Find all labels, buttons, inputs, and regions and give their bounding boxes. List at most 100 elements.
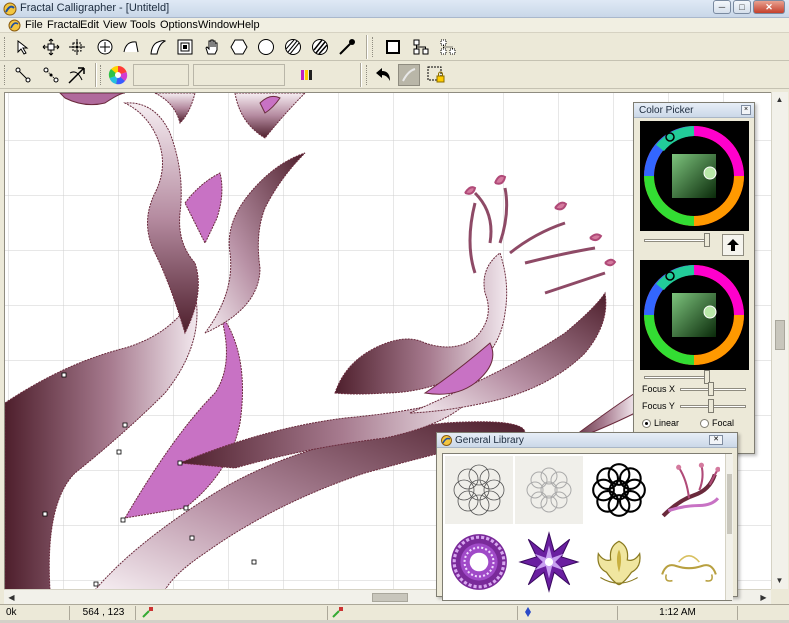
freehand-tool-icon[interactable] [147,36,169,58]
panel-close-icon[interactable]: × [741,105,751,115]
library-item-pink-flourish[interactable] [655,456,723,524]
color-wheel-primary[interactable] [640,121,749,231]
node-edit-icon [332,607,343,618]
linear-radio-label[interactable]: Linear [654,418,679,428]
focal-radio[interactable] [700,419,709,428]
pen-tool-icon [525,607,531,617]
menu-options[interactable]: Options [160,19,198,31]
horizontal-scroll-thumb[interactable] [372,593,408,602]
color-wheel-secondary[interactable] [640,260,749,370]
library-scroll-thumb[interactable] [727,474,732,534]
status-pane [138,606,328,620]
menu-file[interactable]: File [25,19,43,31]
app-logo-icon [3,2,17,16]
title-bar: Fractal Calligrapher - [Untiteld] ─ □ ✕ [0,0,789,18]
main-toolbar [0,33,789,61]
general-library-panel: General Library ✕ [436,432,738,601]
vertical-scrollbar[interactable]: ▲ ▼ [771,92,788,589]
node-edit-icon [142,607,153,618]
scale-node-icon[interactable] [66,36,88,58]
library-item-rosette-black[interactable] [585,456,653,524]
color-wheel-icon[interactable] [107,64,129,86]
library-title-text: General Library [455,435,524,446]
status-pane [518,606,618,620]
close-button[interactable]: ✕ [753,0,785,14]
app-window: Fractal Calligrapher - [Untiteld] ─ □ ✕ … [0,0,789,620]
menu-help[interactable]: Help [237,19,260,31]
color-picker-panel: Color Picker × Focus X Focus Y Linear Fo… [633,102,755,454]
status-message: 0k [2,606,70,620]
tree-dotted-icon[interactable] [437,36,459,58]
menu-window[interactable]: Window [198,19,237,31]
toolbar-grip[interactable] [4,37,7,57]
library-item-rosette-gray[interactable] [515,456,583,524]
hatched-circle-icon[interactable] [309,36,331,58]
menu-edit[interactable]: Edit [80,19,99,31]
menu-tools[interactable]: Tools [130,19,156,31]
library-item-purple-ring[interactable] [445,528,513,596]
focus-x-label: Focus X [642,384,676,394]
secondary-toolbar [0,61,789,89]
focus-y-label: Focus Y [642,401,675,411]
menu-view[interactable]: View [103,19,127,31]
library-scrollbar[interactable] [725,454,733,600]
status-pane [328,606,518,620]
status-time: 1:12 AM [618,606,738,620]
toolbar-separator [366,35,368,59]
scroll-left-icon[interactable]: ◀ [4,590,19,605]
minimize-button[interactable]: ─ [713,0,731,14]
toolbar-grip[interactable] [4,65,7,85]
toolbar-separator [95,63,97,87]
vertical-scroll-thumb[interactable] [775,320,785,350]
focus-x-thumb[interactable] [708,382,714,396]
toolbar-blank-field [193,64,285,86]
select-arrow-icon[interactable] [12,36,34,58]
library-grid [442,453,733,601]
library-item-rosette-outline[interactable] [445,456,513,524]
primary-slider-thumb[interactable] [704,233,710,247]
line-preview-icon[interactable] [398,64,420,86]
window-title: Fractal Calligrapher - [Untiteld] [20,2,170,14]
hand-pan-icon[interactable] [201,36,223,58]
general-library-title[interactable]: General Library [437,433,737,448]
cursor-coordinates: 564 , 123 [72,606,136,620]
library-item-gold-scroll[interactable] [655,528,723,596]
toolbar-grip[interactable] [100,65,103,85]
color-picker-title[interactable]: Color Picker [634,103,754,118]
rectangle-select-icon[interactable] [382,36,404,58]
focal-radio-label[interactable]: Focal [712,418,734,428]
swap-arrow-icon[interactable] [722,234,744,256]
striped-circle-icon[interactable] [282,36,304,58]
toolbar-grip[interactable] [366,65,369,85]
scroll-up-icon[interactable]: ▲ [772,92,787,107]
transform-arrow-icon[interactable] [66,64,88,86]
tree-structure-icon[interactable] [410,36,432,58]
menu-fractal[interactable]: Fractal [47,19,81,31]
add-node-icon[interactable] [94,36,116,58]
branch-split-icon[interactable] [40,64,62,86]
branch-node-icon[interactable] [12,64,34,86]
panel-close-icon[interactable]: ✕ [709,435,723,445]
maximize-button[interactable]: □ [733,0,751,14]
gradient-bars-icon[interactable] [296,64,318,86]
scroll-right-icon[interactable]: ▶ [756,590,771,605]
focus-y-slider[interactable] [678,397,748,417]
focus-y-thumb[interactable] [708,399,714,413]
frame-tool-icon[interactable] [174,36,196,58]
move-node-icon[interactable] [40,36,62,58]
scroll-down-icon[interactable]: ▼ [772,573,787,588]
library-item-purple-star[interactable] [515,528,583,596]
curve-tool-icon[interactable] [120,36,142,58]
lock-select-icon[interactable] [425,64,447,86]
menu-bar: File Fractal Edit View Tools Options Win… [0,18,789,33]
toolbar-blank-field [133,64,189,86]
undo-arrow-icon[interactable] [372,64,394,86]
linear-radio[interactable] [642,419,651,428]
eyedropper-icon[interactable] [336,36,358,58]
library-item-gold-crest[interactable] [585,528,653,596]
library-logo-icon [441,435,452,446]
toolbar-grip[interactable] [372,37,375,57]
circle-icon[interactable] [255,36,277,58]
document-menu-icon[interactable] [8,19,21,32]
hexagon-icon[interactable] [228,36,250,58]
